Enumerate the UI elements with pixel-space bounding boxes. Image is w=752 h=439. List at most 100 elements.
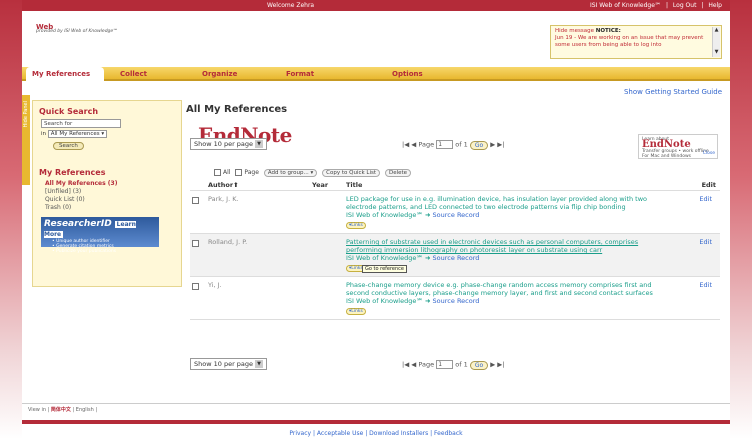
edit-link[interactable]: Edit [699, 238, 712, 246]
per-page-select-top[interactable]: Show 10 per page ▼ [190, 138, 268, 150]
add-to-group-select[interactable]: Add to group... ▾ [263, 169, 318, 177]
page-input[interactable]: 1 [436, 360, 454, 369]
notice-label: NOTICE: [595, 28, 621, 34]
isi-link[interactable]: ISI Web of Knowledge℠ [346, 211, 423, 219]
edit-link[interactable]: Edit [699, 281, 712, 289]
logo-tagline: provided by ISI Web of Knowledge℠ [36, 29, 118, 34]
edit-column-header: Edit [701, 181, 716, 189]
page-count: of 1 [455, 140, 468, 149]
quick-search-title: Quick Search [39, 107, 99, 116]
table-row: Rolland, J. P. Patterning of substrate u… [190, 233, 720, 276]
tab-format[interactable]: Format [286, 67, 314, 81]
group-trash[interactable]: Trash (0) [45, 204, 175, 211]
last-page-icon[interactable]: ▶| [497, 141, 504, 149]
isi-link[interactable]: ISI Web of Knowledge℠ [346, 297, 423, 305]
row-author: Yi, J. [208, 281, 222, 289]
author-column-header[interactable]: Author⬆ [208, 181, 239, 189]
source-record-link[interactable]: Source Record [433, 254, 480, 262]
table-row: Park, J. K. LED package for use in e.g. … [190, 190, 720, 233]
row-checkbox[interactable] [192, 240, 199, 247]
hide-message-link[interactable]: Hide message [555, 28, 594, 34]
first-page-icon[interactable]: |◀ [402, 361, 409, 369]
next-page-icon[interactable]: ▶ [490, 361, 495, 369]
tab-options[interactable]: Options [392, 67, 423, 81]
copy-to-quick-list-button[interactable]: Copy to Quick List [322, 169, 381, 177]
language-bar: View in | 简体中文 | English | [22, 403, 730, 413]
my-references-title: My References [39, 168, 106, 177]
ad-close-link[interactable]: Close [703, 151, 715, 156]
row-isi-line: ISI Web of Knowledge℠ ➜ Source Record [346, 211, 480, 219]
go-button[interactable]: Go [469, 360, 489, 370]
scroll-down-icon[interactable]: ▼ [713, 49, 720, 57]
delete-button[interactable]: Delete [384, 169, 412, 177]
title-column-header[interactable]: Title [346, 181, 362, 189]
welcome-text: Welcome Zehra [267, 2, 315, 9]
row-title[interactable]: Phase-change memory device e.g. phase-ch… [346, 281, 676, 297]
tab-label: My References [32, 70, 91, 78]
researcherid-banner[interactable]: ResearcherID Learn More • Unique author i… [41, 217, 159, 254]
table-bottom-rule [190, 319, 720, 320]
row-title[interactable]: LED package for use in e.g. illumination… [346, 195, 676, 211]
endnote-web-logo[interactable]: EndNote Web provided by ISI Web of Knowle… [36, 23, 292, 147]
tab-label: Organize [202, 70, 238, 78]
hide-panel-toggle[interactable]: Hide Panel [22, 95, 30, 185]
isi-link[interactable]: ISI Web of Knowledge℠ [346, 254, 423, 262]
language-english-link[interactable]: English [76, 407, 94, 413]
first-page-icon[interactable]: |◀ [402, 141, 409, 149]
language-chinese-link[interactable]: 简体中文 [51, 407, 71, 413]
go-button[interactable]: Go [469, 140, 489, 150]
hide-panel-label: Hide Panel [23, 101, 29, 128]
group-quick-list[interactable]: Quick List (0) [45, 196, 175, 203]
search-button[interactable]: Search [53, 142, 84, 150]
source-record-link[interactable]: Source Record [433, 211, 480, 219]
separator: | [95, 407, 98, 413]
bottom-controls: Show 10 per page ▼ [190, 358, 268, 371]
top-controls: Show 10 per page ▼ [190, 138, 268, 151]
add-to-group-value: Add to group... [267, 170, 309, 176]
prev-page-icon[interactable]: ◀ [411, 141, 416, 149]
scroll-up-icon[interactable]: ▲ [713, 27, 720, 35]
isi-web-of-knowledge-link[interactable]: ISI Web of Knowledge℠ [590, 2, 661, 9]
year-column-header[interactable]: Year [312, 181, 328, 189]
ad-line2: For Mac and Windows [642, 154, 691, 159]
search-input[interactable]: Search for [41, 119, 121, 128]
researcherid-logo: ResearcherID [44, 219, 112, 229]
separator: | [665, 2, 668, 9]
last-page-icon[interactable]: ▶| [497, 361, 504, 369]
notice-scrollbar[interactable]: ▲ ▼ [712, 27, 720, 57]
tab-collect[interactable]: Collect [120, 67, 147, 81]
left-gutter [0, 0, 22, 439]
links-button[interactable]: ▾Links [346, 308, 366, 315]
edit-link[interactable]: Edit [699, 195, 712, 203]
logout-link[interactable]: Log Out [673, 2, 697, 9]
search-scope-select[interactable]: All My References ▾ [47, 130, 108, 138]
page-title: All My References [186, 104, 288, 115]
page-label: Page [244, 169, 259, 176]
row-checkbox[interactable] [192, 283, 199, 290]
getting-started-link[interactable]: Show Getting Started Guide [624, 88, 722, 96]
tab-my-references[interactable]: My References [26, 67, 104, 83]
select-all-checkbox[interactable] [214, 169, 221, 176]
all-label: All [223, 169, 231, 176]
row-checkbox[interactable] [192, 197, 199, 204]
row-author: Park, J. K. [208, 195, 239, 203]
links-button[interactable]: ▾Links [346, 222, 366, 229]
help-link[interactable]: Help [708, 2, 722, 9]
group-all-my-references[interactable]: All My References (3) [45, 180, 175, 187]
main-tabs: My References Collect Organize Format Op… [22, 67, 730, 83]
tab-organize[interactable]: Organize [202, 67, 237, 81]
page-input[interactable]: 1 [436, 140, 454, 149]
source-record-link[interactable]: Source Record [433, 297, 480, 305]
row-title[interactable]: Patterning of substrate used in electron… [346, 238, 676, 254]
top-bar: Welcome Zehra ISI Web of Knowledge℠ | Lo… [22, 0, 730, 11]
prev-page-icon[interactable]: ◀ [411, 361, 416, 369]
per-page-select-bottom[interactable]: Show 10 per page ▼ [190, 358, 268, 370]
in-label: in [41, 131, 47, 137]
footer-links[interactable]: Privacy | Acceptable Use | Download Inst… [22, 430, 730, 437]
next-page-icon[interactable]: ▶ [490, 141, 495, 149]
group-unfiled[interactable]: [Unfiled] (3) [45, 188, 175, 195]
endnote-ad[interactable]: Learn about EndNote Transfer groups • wo… [638, 134, 718, 159]
my-references-section: My References All My References (3) [Unf… [39, 168, 175, 211]
select-page-checkbox[interactable] [235, 169, 243, 176]
chevron-down-icon: ▼ [255, 140, 264, 148]
